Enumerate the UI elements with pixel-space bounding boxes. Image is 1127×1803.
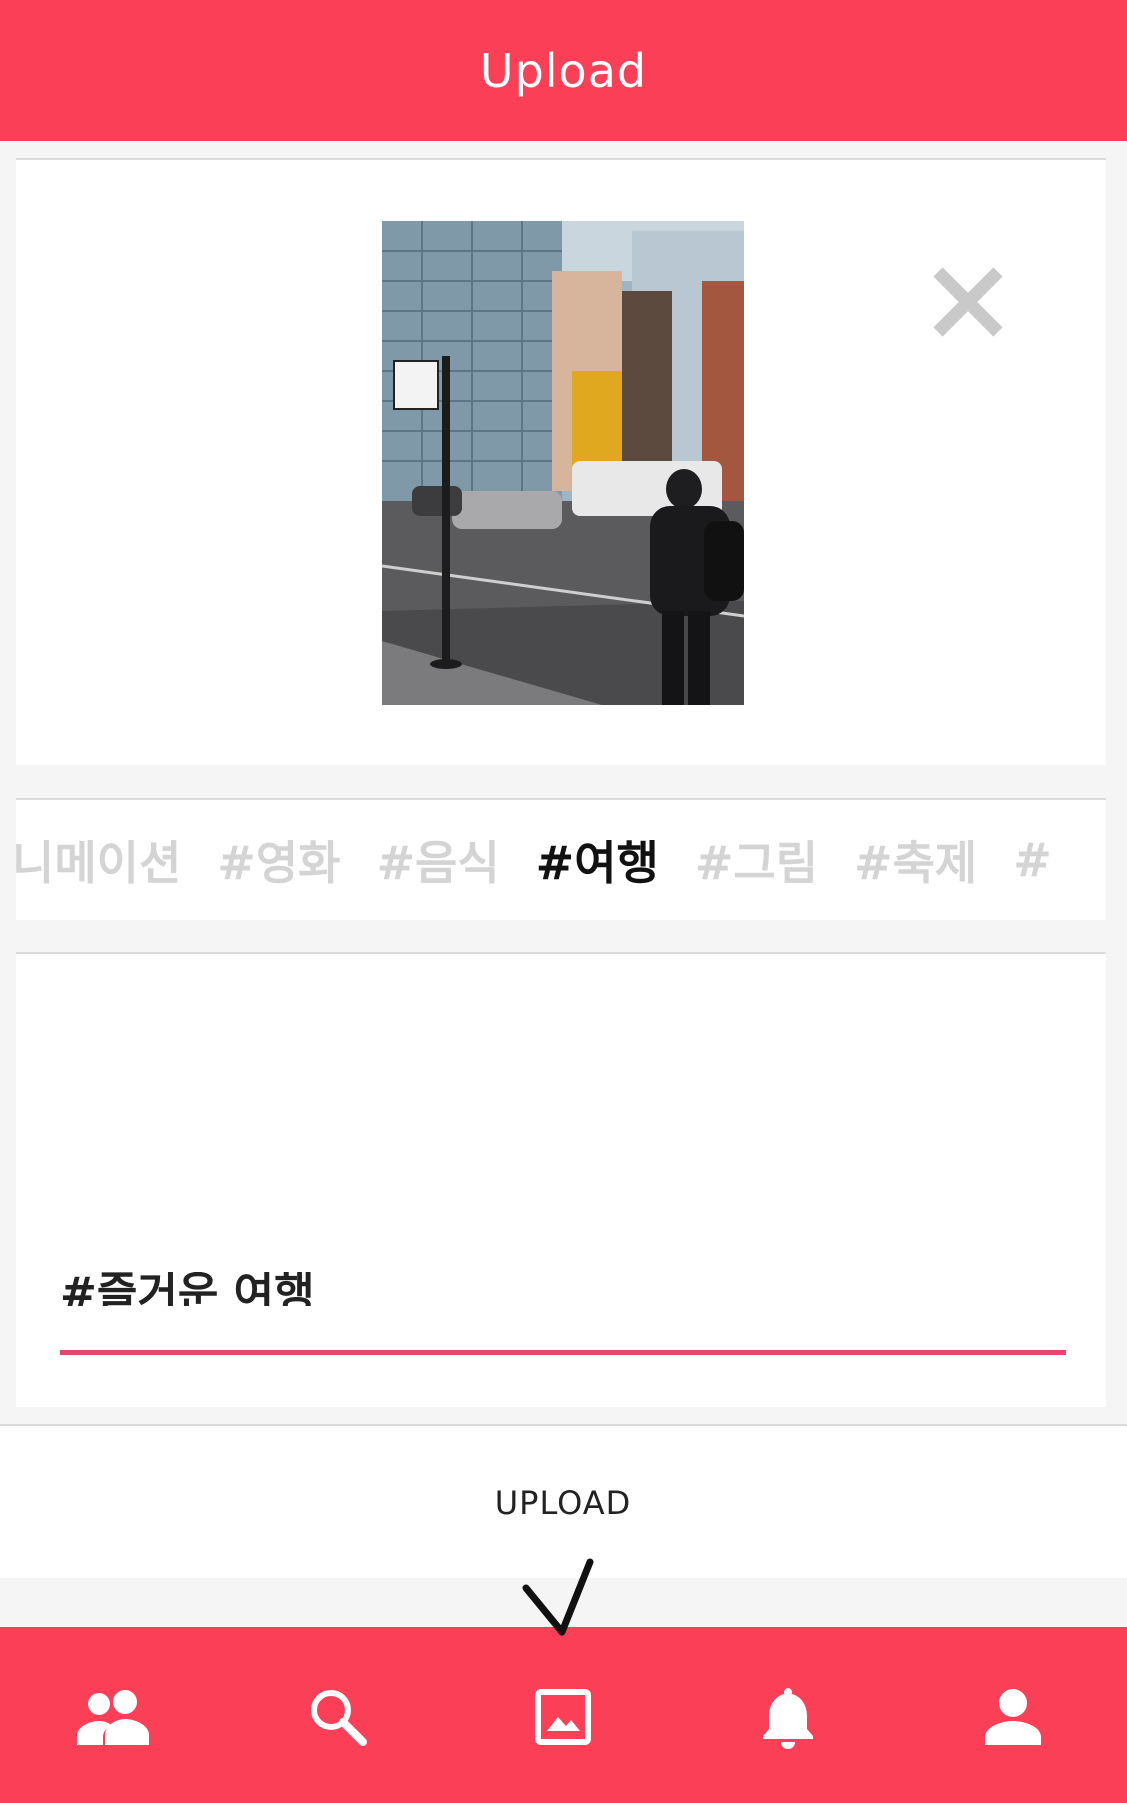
- photo-card: [16, 158, 1106, 765]
- hashtag-chip[interactable]: #축제: [854, 827, 977, 893]
- hashtag-chip[interactable]: 니메이션: [16, 827, 181, 893]
- nav-notifications[interactable]: [743, 1677, 833, 1757]
- upload-label: UPLOAD: [494, 1484, 632, 1522]
- street-photo-image: [382, 221, 744, 705]
- remove-photo-button[interactable]: [928, 262, 1008, 342]
- hashtag-chip-selected[interactable]: #여행: [536, 827, 659, 893]
- close-icon: [933, 267, 1003, 337]
- image-icon: [535, 1689, 591, 1745]
- hashtag-selector: 니메이션 #영화 #음식 #여행 #그림 #축제 #: [16, 798, 1106, 920]
- hashtag-chip[interactable]: #그림: [695, 827, 818, 893]
- nav-friends[interactable]: [68, 1677, 158, 1757]
- checkmark-annotation: [522, 1558, 594, 1636]
- nav-upload[interactable]: [518, 1677, 608, 1757]
- caption-underline: [60, 1350, 1066, 1355]
- hashtag-list: 니메이션 #영화 #음식 #여행 #그림 #축제 #: [16, 800, 1088, 920]
- hashtag-chip[interactable]: #: [1013, 833, 1052, 887]
- nav-search[interactable]: [293, 1677, 383, 1757]
- bell-icon: [763, 1688, 813, 1749]
- nav-profile[interactable]: [968, 1677, 1058, 1757]
- search-icon: [311, 1690, 367, 1746]
- app-header: Upload: [0, 0, 1127, 141]
- people-icon: [77, 1690, 149, 1745]
- hashtag-chip[interactable]: #음식: [376, 827, 499, 893]
- street-photo: [382, 221, 744, 705]
- page-title: Upload: [479, 43, 648, 98]
- person-icon: [985, 1689, 1041, 1745]
- hashtag-chip[interactable]: #영화: [217, 827, 340, 893]
- bottom-nav: [0, 1627, 1127, 1803]
- upload-button[interactable]: UPLOAD: [0, 1424, 1127, 1578]
- caption-input[interactable]: [60, 1272, 1066, 1306]
- caption-card: [16, 952, 1106, 1407]
